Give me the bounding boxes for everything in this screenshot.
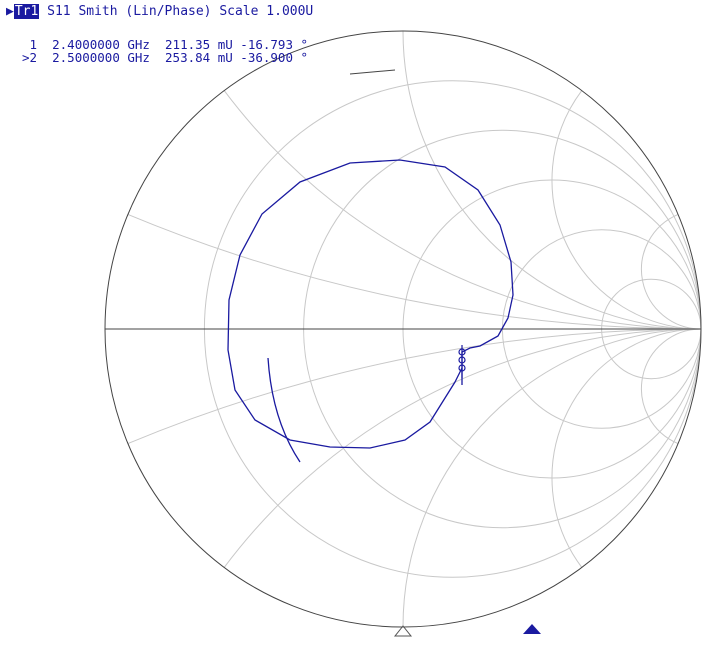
active-trace-arrow-icon: ▶ bbox=[6, 4, 14, 19]
marker-row: >2 2.5000000 GHz 253.84 mU -36.900 ° bbox=[22, 51, 308, 64]
marker-leader-line bbox=[349, 69, 396, 75]
smith-chart bbox=[104, 30, 702, 637]
marker-magnitude: 253.84 mU bbox=[165, 50, 233, 65]
trace-title: S11 Smith (Lin/Phase) Scale 1.000U bbox=[47, 4, 314, 19]
s11-trace bbox=[227, 159, 514, 449]
trace-header: ▶Tr1 S11 Smith (Lin/Phase) Scale 1.000U bbox=[6, 4, 313, 19]
marker-label: >2 bbox=[22, 50, 38, 65]
s11-trace-tail bbox=[267, 357, 301, 463]
marker-frequency: 2.5000000 GHz bbox=[52, 50, 150, 65]
marker-2-triangle[interactable] bbox=[523, 624, 541, 634]
trace-badge[interactable]: Tr1 bbox=[13, 4, 40, 19]
reactance-arc bbox=[551, 90, 702, 330]
marker-phase: -36.900 ° bbox=[240, 50, 309, 65]
reactance-arc bbox=[551, 328, 702, 568]
